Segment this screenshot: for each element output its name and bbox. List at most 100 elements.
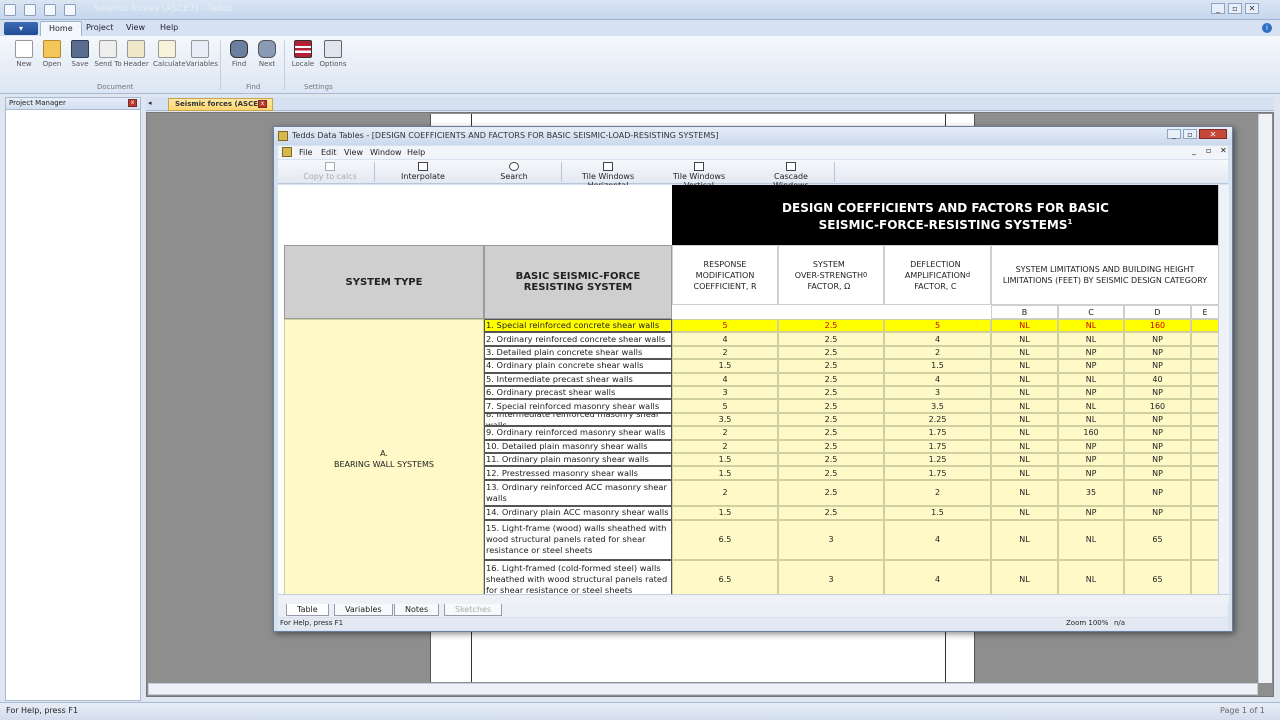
table-cell-e[interactable] [1191, 426, 1219, 440]
table-cell-r[interactable]: 4 [672, 372, 778, 386]
table-cell-c[interactable]: 160 [1058, 426, 1124, 440]
menu-view[interactable]: View [344, 148, 363, 157]
app-menu-icon[interactable] [4, 4, 16, 16]
table-cell-r[interactable]: 1.5 [672, 506, 778, 520]
menu-window[interactable]: Window [370, 148, 402, 157]
horizontal-scrollbar[interactable] [148, 683, 1258, 695]
table-cell-o[interactable]: 3 [778, 560, 884, 595]
restore-icon[interactable]: ▫ [1228, 3, 1242, 14]
table-row-name[interactable]: 10. Detailed plain masonry shear walls [484, 439, 672, 453]
close-icon[interactable]: x [258, 100, 267, 108]
table-cell-c[interactable]: NP [1058, 386, 1124, 400]
table-cell-cd[interactable]: 2 [884, 479, 991, 507]
table-cell-cd[interactable]: 1.5 [884, 506, 991, 520]
table-cell-r[interactable]: 1.5 [672, 359, 778, 373]
table-cell-c[interactable]: NL [1058, 412, 1124, 427]
table-cell-cd[interactable]: 2 [884, 345, 991, 360]
child-minimize-icon[interactable]: _ [1192, 146, 1196, 155]
table-cell-d[interactable]: NP [1124, 426, 1191, 440]
next-button[interactable]: Next [253, 40, 281, 68]
table-cell-c[interactable]: 35 [1058, 479, 1124, 507]
table-cell-cd[interactable]: 4 [884, 560, 991, 595]
sheet-tab-notes[interactable]: Notes [394, 604, 440, 616]
table-cell-r[interactable]: 3.5 [672, 412, 778, 427]
table-cell-b[interactable]: NL [991, 345, 1058, 360]
table-cell-cd[interactable]: 4 [884, 372, 991, 386]
table-cell-c[interactable]: NP [1058, 466, 1124, 480]
save-button[interactable]: Save [66, 40, 94, 68]
table-row-name[interactable]: 13. Ordinary reinforced ACC masonry shea… [484, 479, 672, 507]
table-cell-c[interactable]: NP [1058, 345, 1124, 360]
table-row-name[interactable]: 8. Intermediate reinforced masonry shear… [484, 412, 672, 427]
table-cell-b[interactable]: NL [991, 372, 1058, 386]
table-cell-e[interactable] [1191, 399, 1219, 413]
header-basic-system[interactable]: BASIC SEISMIC-FORCE RESISTING SYSTEM [484, 245, 672, 319]
table-cell-r[interactable]: 1.5 [672, 466, 778, 480]
interpolate-button[interactable]: Interpolate [398, 162, 448, 181]
table-cell-cd[interactable]: 1.5 [884, 359, 991, 373]
header-button[interactable]: Header [122, 40, 150, 68]
table-cell-d[interactable]: 65 [1124, 519, 1191, 560]
table-row-name[interactable]: 3. Detailed plain concrete shear walls [484, 345, 672, 360]
table-row-name[interactable]: 4. Ordinary plain concrete shear walls [484, 359, 672, 373]
table-cell-c[interactable]: NP [1058, 359, 1124, 373]
table-cell-c[interactable]: NL [1058, 372, 1124, 386]
table-cell-b[interactable]: NL [991, 412, 1058, 427]
table-cell-e[interactable] [1191, 332, 1219, 346]
table-cell-b[interactable]: NL [991, 332, 1058, 346]
table-row-name[interactable]: 1. Special reinforced concrete shear wal… [484, 319, 672, 333]
table-cell-d[interactable]: 160 [1124, 399, 1191, 413]
table-cell-d[interactable]: NP [1124, 332, 1191, 346]
table-cell-o[interactable]: 2.5 [778, 426, 884, 440]
table-cell-o[interactable]: 2.5 [778, 319, 884, 333]
table-row-name[interactable]: 14. Ordinary plain ACC masonry shear wal… [484, 506, 672, 520]
table-cell-b[interactable]: NL [991, 506, 1058, 520]
table-cell-b[interactable]: NL [991, 399, 1058, 413]
grid-horizontal-scrollbar[interactable] [278, 594, 1229, 604]
table-cell-cd[interactable]: 2.25 [884, 412, 991, 427]
table-row-name[interactable]: 7. Special reinforced masonry shear wall… [484, 399, 672, 413]
table-cell-d[interactable]: 40 [1124, 372, 1191, 386]
sheet-tab-variables[interactable]: Variables [334, 604, 393, 616]
table-cell-e[interactable] [1191, 372, 1219, 386]
table-cell-d[interactable]: NP [1124, 466, 1191, 480]
child-restore-icon[interactable]: ▫ [1206, 146, 1211, 155]
table-cell-d[interactable]: NP [1124, 506, 1191, 520]
table-cell-b[interactable]: NL [991, 560, 1058, 595]
copy-to-calcs-button[interactable]: Copy to calcs [302, 162, 358, 181]
quick-save-icon[interactable] [44, 4, 56, 16]
header-system-type[interactable]: SYSTEM TYPE [284, 245, 484, 319]
variables-button[interactable]: Variables [186, 40, 218, 68]
table-cell-b[interactable]: NL [991, 453, 1058, 467]
table-cell-e[interactable] [1191, 439, 1219, 453]
open-button[interactable]: Open [38, 40, 66, 68]
minimize-icon[interactable]: _ [1167, 129, 1181, 139]
table-cell-e[interactable] [1191, 412, 1219, 427]
table-cell-r[interactable]: 4 [672, 332, 778, 346]
vertical-scrollbar[interactable] [1258, 114, 1272, 683]
table-cell-cd[interactable]: 3.5 [884, 399, 991, 413]
file-menu-button[interactable]: ▾ [4, 22, 38, 35]
sheet-tab-table[interactable]: Table [286, 604, 329, 616]
quick-print-icon[interactable] [64, 4, 76, 16]
data-table-grid[interactable]: DESIGN COEFFICIENTS AND FACTORS FOR BASI… [278, 185, 1219, 595]
calculate-button[interactable]: Calculate [153, 40, 186, 68]
table-cell-cd[interactable]: 4 [884, 519, 991, 560]
table-cell-d[interactable]: NP [1124, 359, 1191, 373]
table-cell-cd[interactable]: 1.75 [884, 426, 991, 440]
table-cell-o[interactable]: 2.5 [778, 345, 884, 360]
tab-view[interactable]: View [118, 21, 153, 36]
help-icon[interactable]: i [1262, 23, 1272, 33]
header-category-e[interactable]: E [1191, 305, 1219, 319]
tab-project[interactable]: Project [78, 21, 121, 36]
table-row-name[interactable]: 2. Ordinary reinforced concrete shear wa… [484, 332, 672, 346]
table-row-name[interactable]: 6. Ordinary precast shear walls [484, 386, 672, 400]
table-cell-b[interactable]: NL [991, 426, 1058, 440]
table-cell-b[interactable]: NL [991, 519, 1058, 560]
table-cell-r[interactable]: 2 [672, 426, 778, 440]
minimize-icon[interactable]: _ [1211, 3, 1225, 14]
group-bearing-wall-systems[interactable]: A. BEARING WALL SYSTEMS [284, 319, 484, 595]
find-button[interactable]: Find [225, 40, 253, 68]
header-deflection[interactable]: DEFLECTION AMPLIFICATION FACTOR, Cd [884, 245, 991, 305]
table-cell-cd[interactable]: 1.25 [884, 453, 991, 467]
